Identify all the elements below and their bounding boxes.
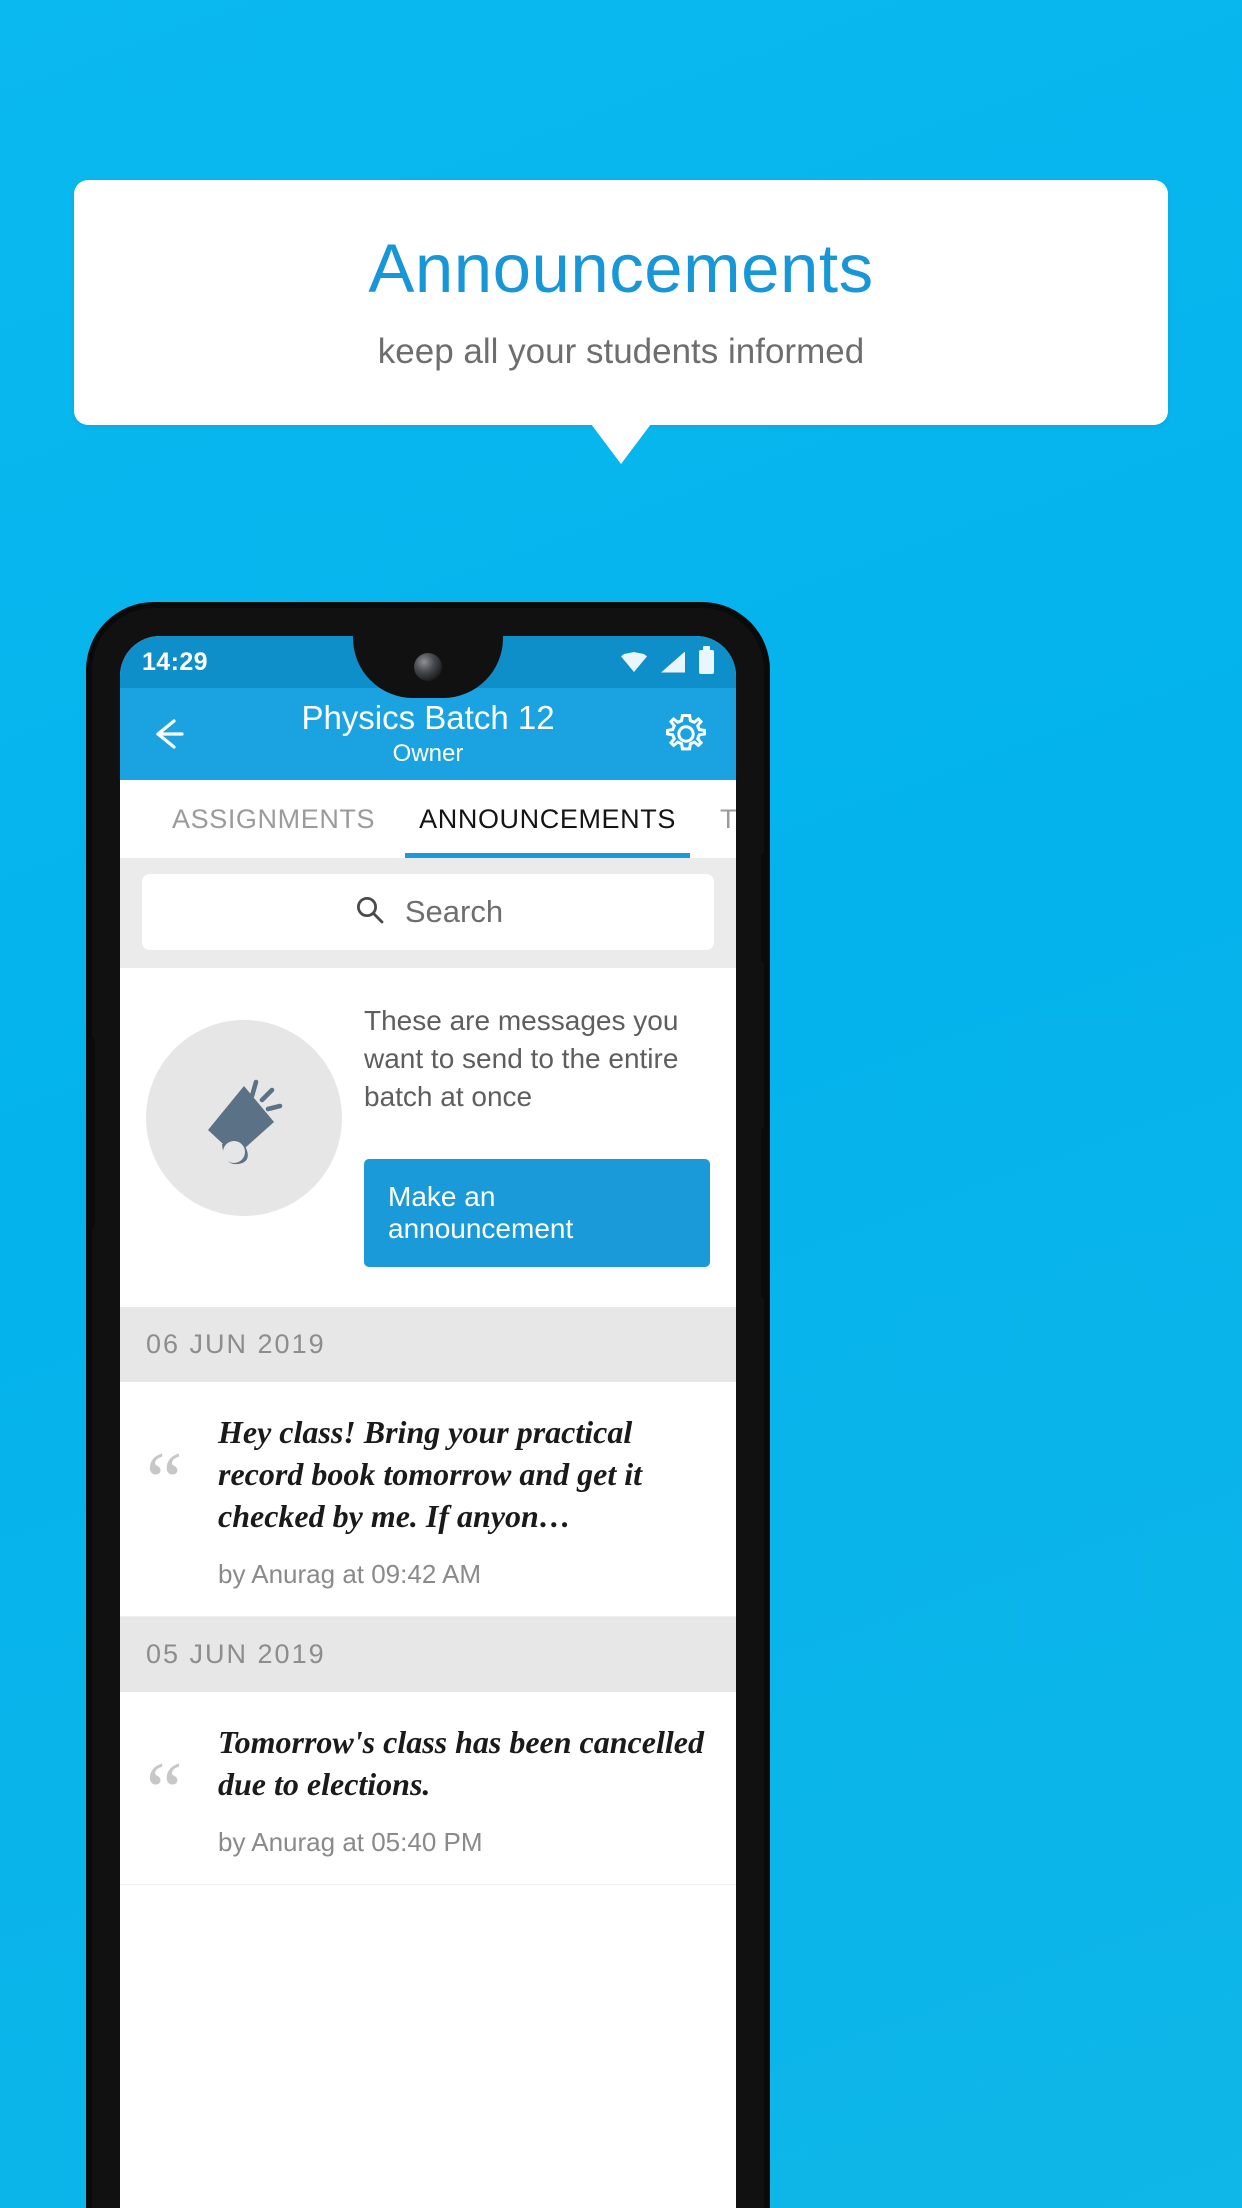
announcement-text: Tomorrow's class has been cancelled due … — [218, 1724, 704, 1802]
app-bar: Physics Batch 12 Owner — [120, 688, 736, 780]
promo-description: These are messages you want to send to t… — [364, 1005, 679, 1112]
announcement-body: Tomorrow's class has been cancelled due … — [218, 1718, 710, 1858]
announcement-text: Hey class! Bring your practical record b… — [218, 1414, 643, 1534]
announcement-list-item[interactable]: “ Hey class! Bring your practical record… — [120, 1382, 736, 1618]
promo-speech-bubble: Announcements keep all your students inf… — [74, 180, 1168, 425]
phone-side-button-right-upper — [761, 853, 769, 963]
tab-assignments[interactable]: ASSIGNMENTS — [150, 780, 397, 858]
tab-announcements[interactable]: ANNOUNCEMENTS — [397, 780, 698, 858]
announcement-body: Hey class! Bring your practical record b… — [218, 1408, 710, 1590]
announcement-promo-card: These are messages you want to send to t… — [120, 968, 736, 1308]
phone-side-button-left — [87, 1038, 95, 1228]
status-bar: 14:29 — [120, 636, 736, 698]
announcement-list-item[interactable]: “ Tomorrow's class has been cancelled du… — [120, 1692, 736, 1886]
search-icon — [353, 893, 387, 932]
status-bar-clock: 14:29 — [142, 647, 208, 676]
search-bar-container: Search — [120, 858, 736, 968]
quote-mark-icon: “ — [146, 1745, 183, 1837]
promo-card-right: These are messages you want to send to t… — [364, 1002, 710, 1268]
promo-subtitle: keep all your students informed — [377, 331, 865, 371]
promo-title: Announcements — [368, 230, 874, 308]
status-bar-icons — [621, 646, 714, 674]
gear-icon[interactable] — [662, 710, 710, 758]
make-announcement-button[interactable]: Make an announcement — [364, 1159, 710, 1268]
battery-icon — [699, 646, 714, 674]
front-camera-icon — [414, 653, 442, 681]
megaphone-icon — [146, 1020, 342, 1216]
page-title: Physics Batch 12 — [301, 698, 555, 736]
speech-bubble-tail — [591, 424, 651, 464]
search-placeholder: Search — [404, 894, 504, 929]
back-arrow-icon[interactable] — [146, 711, 192, 757]
app-bar-title-block: Physics Batch 12 Owner — [120, 688, 736, 780]
announcement-meta: by Anurag at 09:42 AM — [218, 1559, 482, 1590]
page-subtitle: Owner — [392, 740, 464, 768]
phone-screen: 14:29 Physics Batch 12 Owner ASSIGNMENTS… — [120, 636, 736, 2208]
announcement-meta: by Anurag at 05:40 PM — [218, 1827, 483, 1858]
phone-side-button-right-lower — [761, 1128, 769, 1298]
cell-signal-icon — [661, 651, 685, 673]
wifi-icon — [621, 652, 647, 672]
date-header: 06 JUN 2019 — [120, 1307, 736, 1383]
search-input[interactable]: Search — [142, 874, 714, 950]
tab-bar[interactable]: ASSIGNMENTS ANNOUNCEMENTS TESTS ˝ — [120, 780, 736, 858]
tab-tests[interactable]: TESTS — [698, 780, 736, 858]
date-header: 05 JUN 2019 — [120, 1617, 736, 1693]
quote-mark-icon: “ — [146, 1435, 183, 1527]
phone-device-frame: 14:29 Physics Batch 12 Owner ASSIGNMENTS… — [87, 608, 769, 2208]
